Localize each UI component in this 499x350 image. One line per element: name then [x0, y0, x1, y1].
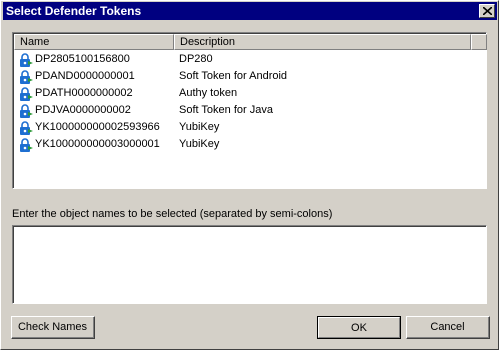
title-bar[interactable]: Select Defender Tokens: [3, 2, 497, 20]
cancel-label: Cancel: [430, 321, 465, 333]
token-list[interactable]: Name Description DP2805100156800 DP280 PDA…: [12, 32, 487, 189]
check-names-label: Check Names: [17, 321, 88, 333]
column-header-name[interactable]: Name: [14, 34, 174, 50]
row-name: YK100000000002593966: [35, 121, 160, 133]
token-icon: [20, 87, 33, 101]
row-name: PDJVA0000000002: [35, 104, 131, 116]
table-row[interactable]: PDAND0000000001 Soft Token for Android: [14, 68, 487, 85]
check-names-button[interactable]: Check Names: [11, 316, 95, 339]
ok-button[interactable]: OK: [317, 316, 401, 339]
row-name: YK100000000003000001: [35, 138, 160, 150]
column-header-filler: [471, 34, 487, 50]
object-names-label: Enter the object names to be selected (s…: [12, 208, 333, 220]
table-row[interactable]: YK100000000002593966 YubiKey: [14, 119, 487, 136]
list-rows: DP2805100156800 DP280 PDAND0000000001 Soft …: [14, 51, 487, 153]
close-button[interactable]: [479, 4, 495, 18]
token-icon: [20, 104, 33, 118]
row-description: Soft Token for Java: [179, 104, 273, 116]
dialog-window: Select Defender Tokens Name Description …: [0, 0, 499, 350]
window-title: Select Defender Tokens: [6, 4, 142, 18]
cancel-button[interactable]: Cancel: [406, 316, 490, 339]
token-icon: [20, 138, 33, 152]
row-description: YubiKey: [179, 121, 220, 133]
token-icon: [20, 121, 33, 135]
row-description: Soft Token for Android: [179, 70, 288, 82]
row-name: PDATH0000000002: [35, 87, 133, 99]
row-name: PDAND0000000001: [35, 70, 135, 82]
object-names-input[interactable]: [12, 225, 487, 304]
close-icon: [483, 7, 492, 15]
row-description: YubiKey: [179, 138, 220, 150]
table-row[interactable]: PDATH0000000002 Authy token: [14, 85, 487, 102]
table-row[interactable]: PDJVA0000000002 Soft Token for Java: [14, 102, 487, 119]
row-name: DP2805100156800: [35, 53, 130, 65]
column-header-description[interactable]: Description: [174, 34, 471, 50]
ok-label: OK: [351, 322, 367, 334]
token-icon: [20, 53, 33, 67]
row-description: DP280: [179, 53, 213, 65]
table-row[interactable]: DP2805100156800 DP280: [14, 51, 487, 68]
row-description: Authy token: [179, 87, 238, 99]
table-row[interactable]: YK100000000003000001 YubiKey: [14, 136, 487, 153]
token-icon: [20, 70, 33, 84]
list-header: Name Description: [14, 34, 487, 50]
